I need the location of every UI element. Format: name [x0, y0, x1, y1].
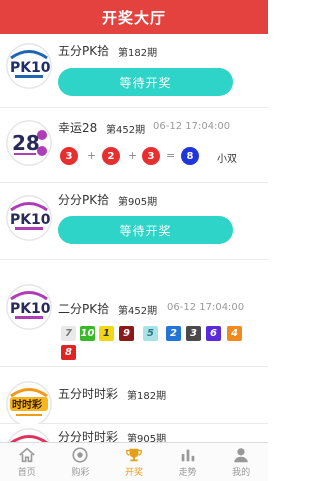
pk10-number: 8: [61, 345, 76, 360]
tab-home[interactable]: 首页: [0, 443, 54, 481]
svg-text:10: 10: [31, 60, 51, 76]
plus-sign: +: [128, 149, 138, 162]
tab-label: 我的: [232, 468, 251, 478]
svg-text:PK: PK: [10, 60, 32, 76]
header-bar: 开奖大厅: [0, 0, 268, 34]
draw-time: 06-12 17:04:00: [153, 121, 231, 132]
issue-number: 第452期: [106, 125, 146, 136]
tab-label: 首页: [17, 468, 36, 478]
tab-label: 购彩: [71, 468, 90, 478]
lottery-name: 幸运28: [58, 121, 98, 135]
issue-number: 第182期: [127, 391, 167, 402]
issue-number: 第452期: [118, 306, 158, 317]
ssc-logo: 时时彩: [6, 381, 52, 427]
lottery-result-list[interactable]: PK 10 五分PK拾 第182期 等待开奖 28 幸运28 第452期 06-…: [0, 34, 268, 442]
user-icon: [234, 448, 248, 463]
tab-buy-lottery[interactable]: 购彩: [54, 443, 108, 481]
lottery-row-1min-ssc[interactable]: 分分时时彩 第905期: [0, 424, 268, 442]
tab-label: 开奖: [124, 468, 143, 478]
bottom-tab-bar: 首页 购彩 开奖 走势 我的: [0, 442, 268, 481]
ssc-logo: [6, 428, 52, 442]
tab-my-account[interactable]: 我的: [214, 443, 268, 481]
lottery-name: 二分PK拾: [58, 302, 110, 316]
trophy-icon: [126, 448, 142, 462]
plus-sign: +: [87, 149, 97, 162]
lottery-row-lucky28[interactable]: 28 幸运28 第452期 06-12 17:04:00 3 + 2 + 3 =…: [0, 108, 268, 183]
pk10-logo: PK 10: [6, 195, 52, 241]
pk10-number: 6: [206, 326, 221, 341]
svg-text:10: 10: [31, 301, 51, 317]
waiting-draw-button[interactable]: 等待开奖: [58, 216, 233, 244]
pk10-number: 9: [119, 326, 134, 341]
waiting-draw-button[interactable]: 等待开奖: [58, 68, 233, 96]
bar-chart-icon: [181, 449, 194, 462]
pk10-number: 7: [61, 326, 76, 341]
lucky28-logo: 28: [6, 120, 52, 166]
sum-ball: 8: [181, 147, 199, 165]
svg-text:PK: PK: [10, 301, 32, 317]
draw-time: 06-12 17:04:00: [167, 302, 245, 313]
lottery-row-5min-pk10[interactable]: PK 10 五分PK拾 第182期 等待开奖: [0, 34, 268, 108]
lottery-row-5min-ssc[interactable]: 时时彩 五分时时彩 第182期: [0, 367, 268, 427]
svg-text:PK: PK: [10, 212, 32, 228]
svg-text:时时彩: 时时彩: [12, 398, 42, 411]
lottery-row-2min-pk10[interactable]: PK 10 二分PK拾 第452期 06-12 17:04:00 7 10 1 …: [0, 260, 268, 367]
issue-number: 第905期: [118, 197, 158, 208]
home-icon: [19, 447, 35, 463]
pk10-number: 2: [166, 326, 181, 341]
result-ball: 3: [142, 147, 160, 165]
pk10-logo: PK 10: [6, 284, 52, 330]
tab-label: 走势: [178, 468, 197, 478]
svg-text:10: 10: [31, 212, 51, 228]
result-ball: 3: [60, 147, 78, 165]
issue-number: 第182期: [118, 48, 158, 59]
pk10-number: 1: [99, 326, 114, 341]
pk10-number: 10: [80, 326, 95, 341]
lottery-row-1min-pk10[interactable]: PK 10 分分PK拾 第905期 等待开奖: [0, 183, 268, 260]
lottery-name: 分分PK拾: [58, 193, 110, 207]
tab-trend[interactable]: 走势: [161, 443, 215, 481]
result-text: 小双: [217, 154, 237, 165]
tab-draw-results[interactable]: 开奖: [107, 443, 161, 481]
pk10-number: 4: [227, 326, 242, 341]
pk10-number: 5: [143, 326, 158, 341]
pk10-logo: PK 10: [6, 43, 52, 89]
issue-number: 第905期: [127, 434, 167, 442]
lottery-ball-icon: [72, 447, 88, 463]
page-title: 开奖大厅: [101, 8, 166, 27]
result-ball: 2: [102, 147, 120, 165]
pk10-number: 3: [186, 326, 201, 341]
lottery-name: 分分时时彩: [58, 430, 119, 442]
lottery-name: 五分时时彩: [58, 387, 119, 401]
svg-text:28: 28: [12, 131, 40, 155]
equals-sign: =: [166, 149, 176, 162]
lottery-name: 五分PK拾: [58, 44, 110, 58]
